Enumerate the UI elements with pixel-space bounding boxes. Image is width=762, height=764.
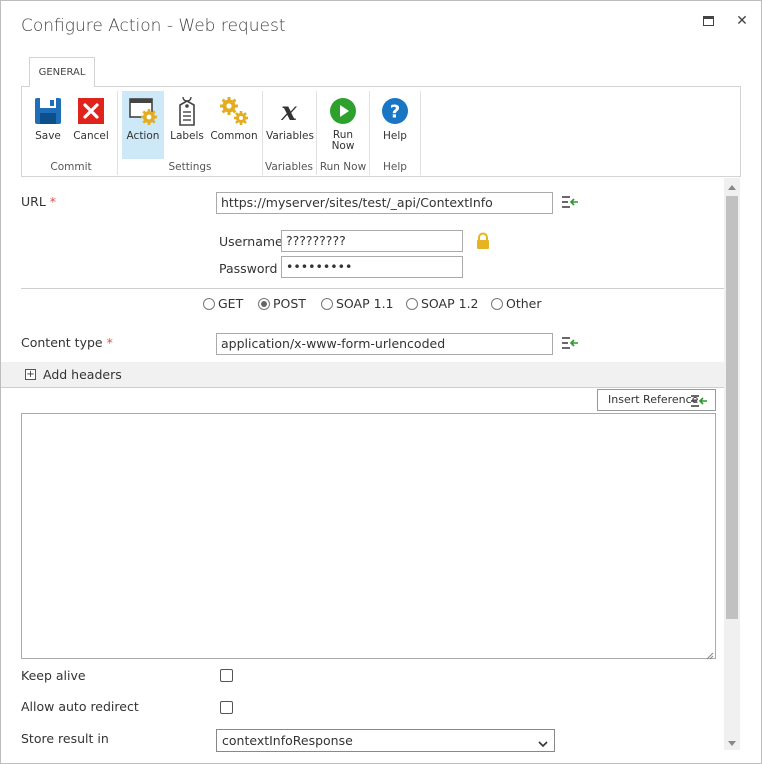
- save-label: Save: [35, 130, 61, 142]
- variables-button[interactable]: x Variables: [266, 91, 314, 159]
- radio-other-circle[interactable]: [491, 298, 503, 310]
- expand-icon[interactable]: +: [25, 369, 36, 380]
- radio-soap-12-circle[interactable]: [406, 298, 418, 310]
- cancel-button[interactable]: Cancel: [70, 91, 112, 159]
- form-content: URL * https://myserver/sites/test/_api/C…: [1, 178, 724, 764]
- cancel-label: Cancel: [73, 130, 109, 142]
- run-now-button[interactable]: Run Now: [322, 91, 364, 159]
- store-result-label: Store result in: [21, 731, 109, 746]
- help-label: Help: [383, 130, 407, 142]
- chevron-down-icon: [538, 736, 548, 751]
- resize-grip-icon[interactable]: [706, 649, 714, 660]
- insert-reference-button[interactable]: Insert Reference: [597, 389, 716, 411]
- labels-label: Labels: [170, 130, 204, 142]
- password-input[interactable]: •••••••••: [281, 256, 463, 278]
- scroll-thumb[interactable]: [726, 196, 738, 619]
- insert-reference-icon: [690, 394, 708, 411]
- dialog-title: Configure Action - Web request: [21, 16, 286, 36]
- help-icon: ?: [379, 95, 411, 127]
- content-type-label-text: Content type: [21, 335, 103, 350]
- allow-auto-redirect-label: Allow auto redirect: [21, 699, 139, 714]
- divider: [21, 288, 724, 289]
- url-label: URL *: [21, 194, 56, 209]
- store-result-select[interactable]: contextInfoResponse: [216, 729, 555, 752]
- url-label-text: URL: [21, 194, 46, 209]
- run-now-label: Run Now: [322, 130, 364, 152]
- close-button[interactable]: ✕: [734, 13, 750, 29]
- insert-reference-label: Insert Reference: [608, 393, 699, 406]
- vertical-scrollbar[interactable]: [724, 178, 740, 750]
- keep-alive-label: Keep alive: [21, 668, 86, 683]
- group-label-variables: Variables: [265, 161, 313, 173]
- action-button[interactable]: Action: [122, 91, 164, 159]
- radio-post[interactable]: POST: [258, 296, 306, 311]
- maximize-button[interactable]: [700, 13, 716, 29]
- request-body-textarea[interactable]: [21, 413, 716, 660]
- add-headers-bar[interactable]: + Add headers: [1, 362, 724, 388]
- save-icon: [32, 95, 64, 127]
- scroll-down-icon[interactable]: [728, 741, 736, 746]
- variables-label: Variables: [266, 130, 314, 142]
- group-label-commit: Commit: [50, 161, 92, 173]
- radio-soap-11-label: SOAP 1.1: [336, 296, 394, 311]
- help-button[interactable]: ? Help: [375, 91, 415, 159]
- keep-alive-checkbox[interactable]: [220, 669, 233, 682]
- allow-auto-redirect-checkbox[interactable]: [220, 701, 233, 714]
- radio-soap-12[interactable]: SOAP 1.2: [406, 296, 479, 311]
- save-button[interactable]: Save: [28, 91, 68, 159]
- svg-text:x: x: [280, 97, 297, 127]
- ribbon: Save Cancel Action Labels Common x Varia…: [21, 86, 741, 177]
- content-type-label: Content type *: [21, 335, 113, 350]
- radio-other-label: Other: [506, 296, 542, 311]
- radio-soap-11-circle[interactable]: [321, 298, 333, 310]
- lock-icon: [475, 232, 491, 250]
- tab-general[interactable]: GENERAL: [29, 57, 95, 87]
- group-separator: [262, 91, 263, 175]
- content-type-input[interactable]: application/x-www-form-urlencoded: [216, 333, 553, 355]
- variable-x-icon: x: [273, 95, 305, 127]
- username-input[interactable]: ?????????: [281, 230, 463, 252]
- radio-soap-12-label: SOAP 1.2: [421, 296, 479, 311]
- group-label-help: Help: [383, 161, 407, 173]
- store-result-value: contextInfoResponse: [222, 733, 353, 748]
- required-mark: *: [49, 194, 57, 209]
- radio-get-circle[interactable]: [203, 298, 215, 310]
- group-separator: [117, 91, 118, 175]
- url-input[interactable]: https://myserver/sites/test/_api/Context…: [216, 192, 553, 214]
- run-now-label-line2: Now: [331, 140, 355, 152]
- radio-post-circle[interactable]: [258, 298, 270, 310]
- group-label-run-now: Run Now: [319, 161, 367, 173]
- action-settings-icon: [127, 95, 159, 127]
- radio-get-label: GET: [218, 296, 244, 311]
- group-separator: [420, 91, 421, 175]
- radio-post-label: POST: [273, 296, 306, 311]
- insert-reference-icon[interactable]: [561, 195, 579, 209]
- maximize-icon: [702, 16, 714, 26]
- action-label: Action: [126, 130, 160, 142]
- group-separator: [369, 91, 370, 175]
- radio-soap-11[interactable]: SOAP 1.1: [321, 296, 394, 311]
- common-label: Common: [210, 130, 258, 142]
- cancel-icon: [75, 95, 107, 127]
- group-label-settings: Settings: [168, 161, 212, 173]
- add-headers-label: Add headers: [43, 367, 122, 382]
- configure-action-dialog: Configure Action - Web request ✕ GENERAL…: [0, 0, 762, 764]
- tag-icon: [171, 95, 203, 127]
- username-label: Username: [219, 234, 283, 249]
- password-label: Password: [219, 261, 278, 276]
- common-button[interactable]: Common: [209, 91, 259, 159]
- svg-text:?: ?: [390, 102, 400, 123]
- labels-button[interactable]: Labels: [167, 91, 207, 159]
- radio-other[interactable]: Other: [491, 296, 542, 311]
- scroll-up-icon[interactable]: [728, 185, 736, 190]
- gears-icon: [218, 95, 250, 127]
- radio-get[interactable]: GET: [203, 296, 243, 311]
- required-mark: *: [106, 335, 113, 350]
- insert-reference-icon[interactable]: [561, 336, 579, 350]
- play-icon: [327, 95, 359, 127]
- close-icon: ✕: [736, 13, 748, 29]
